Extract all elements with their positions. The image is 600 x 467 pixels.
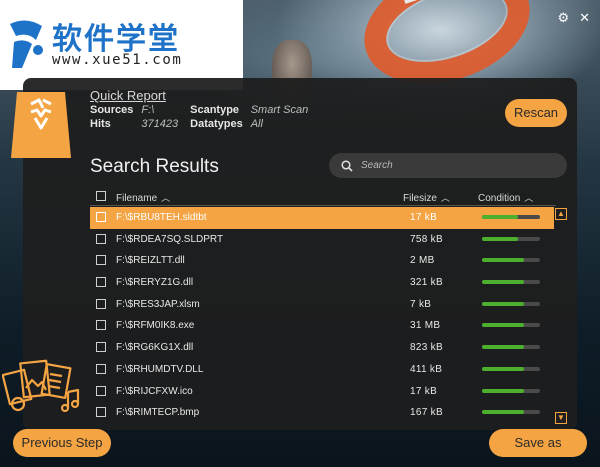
select-all-checkbox[interactable]	[96, 191, 106, 204]
table-row[interactable]: F:\$RERYZ1G.dll 321 kB	[90, 272, 554, 294]
row-checkbox[interactable]	[96, 255, 106, 268]
table-row[interactable]: F:\$RES3JAP.xlsm 7 kB	[90, 294, 554, 316]
sort-caret-icon: ︿	[440, 193, 450, 203]
file-size: 17 kB	[410, 385, 438, 397]
condition-bar	[482, 280, 540, 285]
search-results-title: Search Results	[90, 156, 219, 177]
file-size: 167 kB	[410, 407, 443, 419]
file-size: 2 MB	[410, 255, 435, 267]
condition-bar	[482, 345, 540, 350]
filesize-column-header[interactable]: Filesize ︿	[403, 191, 450, 204]
file-size: 321 kB	[410, 277, 443, 289]
condition-bar	[482, 236, 540, 241]
row-checkbox[interactable]	[96, 298, 106, 312]
media-files-doodle-icon	[2, 359, 80, 413]
condition-bar	[482, 323, 540, 328]
quick-report-link[interactable]: Quick Report	[90, 88, 320, 103]
scroll-down-icon[interactable]: ▼	[555, 412, 567, 424]
file-name: F:\$RIJCFXW.ico	[116, 385, 193, 397]
table-row[interactable]: F:\$RIMTECP.bmp 167 kB	[90, 402, 554, 424]
table-row[interactable]: F:\$RDEA7SQ.SLDPRT 758 kB	[90, 229, 554, 251]
file-size: 7 kB	[410, 298, 432, 310]
previous-step-button[interactable]: Previous Step	[13, 429, 111, 457]
hits-label: Hits	[90, 118, 111, 130]
file-size: 823 kB	[410, 342, 443, 354]
file-name: F:\$RERYZ1G.dll	[116, 277, 194, 289]
file-size: 411 kB	[410, 363, 443, 375]
header-divider	[90, 205, 556, 206]
search-box[interactable]	[329, 153, 567, 178]
row-checkbox[interactable]	[96, 212, 106, 225]
file-name: F:\$RG6KG1X.dll	[116, 342, 194, 354]
datatypes-label: Datatypes	[190, 118, 243, 130]
row-checkbox[interactable]	[96, 385, 106, 399]
search-input[interactable]	[361, 160, 541, 171]
row-checkbox[interactable]	[96, 363, 106, 377]
table-row[interactable]: F:\$RG6KG1X.dll 823 kB	[90, 337, 554, 359]
filename-column-header[interactable]: Filename ︿	[116, 191, 170, 204]
hits-value: 371423	[141, 118, 179, 130]
row-checkbox[interactable]	[96, 342, 106, 355]
row-checkbox[interactable]	[96, 277, 106, 290]
condition-bar	[482, 366, 540, 371]
vertical-scrollbar[interactable]: ▲ ▼	[555, 207, 567, 425]
file-name: F:\$RES3JAP.xlsm	[116, 298, 200, 310]
search-icon	[341, 159, 353, 172]
table-row[interactable]: F:\$RBU8TEH.sldtbt 17 kB	[90, 207, 554, 229]
rescan-button[interactable]: Rescan	[505, 99, 567, 127]
table-row[interactable]: F:\$RIJCFXW.ico 17 kB	[90, 381, 554, 403]
file-name: F:\$RDEA7SQ.SLDPRT	[116, 233, 224, 245]
close-icon[interactable]: ✕	[579, 10, 590, 26]
row-checkbox[interactable]	[96, 407, 106, 420]
condition-bar	[482, 215, 540, 219]
file-size: 758 kB	[410, 233, 443, 245]
table-row[interactable]: F:\$REIZLTT.dll 2 MB	[90, 250, 554, 272]
condition-bar	[482, 388, 540, 393]
app-brand-icon	[11, 92, 71, 158]
file-name: F:\$RFM0IK8.exe	[116, 320, 195, 332]
file-name: F:\$RBU8TEH.sldtbt	[116, 212, 207, 223]
logo-mark-icon	[10, 20, 43, 68]
window-controls: ⚙ ✕	[557, 10, 590, 26]
file-name: F:\$REIZLTT.dll	[116, 255, 185, 267]
scroll-up-icon[interactable]: ▲	[555, 208, 567, 220]
scantype-label: Scantype	[190, 104, 240, 116]
condition-bar	[482, 258, 540, 263]
file-name: F:\$RIMTECP.bmp	[116, 407, 200, 419]
save-as-button[interactable]: Save as	[489, 429, 587, 457]
file-list: F:\$RBU8TEH.sldtbt 17 kB F:\$RDEA7SQ.SLDP…	[90, 207, 554, 424]
condition-column-header[interactable]: Condition ︿	[478, 191, 533, 204]
condition-bar	[482, 301, 540, 306]
sources-label: Sources	[90, 104, 134, 116]
scantype-value: Smart Scan	[250, 104, 309, 116]
logo-url: www.xue51.com	[52, 52, 183, 68]
file-size: 31 MB	[410, 320, 441, 332]
row-checkbox[interactable]	[96, 320, 106, 333]
sources-value: F:\	[141, 104, 155, 116]
report-table: Sources F:\ Scantype Smart Scan Hits 371…	[90, 104, 320, 132]
table-row[interactable]: F:\$RHUMDTV.DLL 411 kB	[90, 359, 554, 381]
table-header: Filename ︿ Filesize ︿ Condition ︿	[90, 189, 556, 205]
quick-report: Quick Report Sources F:\ Scantype Smart …	[90, 88, 320, 132]
sort-caret-icon: ︿	[161, 193, 171, 203]
file-size: 17 kB	[410, 212, 438, 223]
sort-caret-icon: ︿	[524, 193, 534, 203]
file-name: F:\$RHUMDTV.DLL	[116, 363, 204, 375]
datatypes-value: All	[250, 118, 263, 130]
condition-bar	[482, 410, 540, 415]
table-row[interactable]: F:\$RFM0IK8.exe 31 MB	[90, 315, 554, 337]
row-checkbox[interactable]	[96, 233, 106, 247]
watermark-logo: 软件学堂 www.xue51.com	[0, 0, 243, 90]
gear-icon[interactable]: ⚙	[557, 10, 569, 26]
